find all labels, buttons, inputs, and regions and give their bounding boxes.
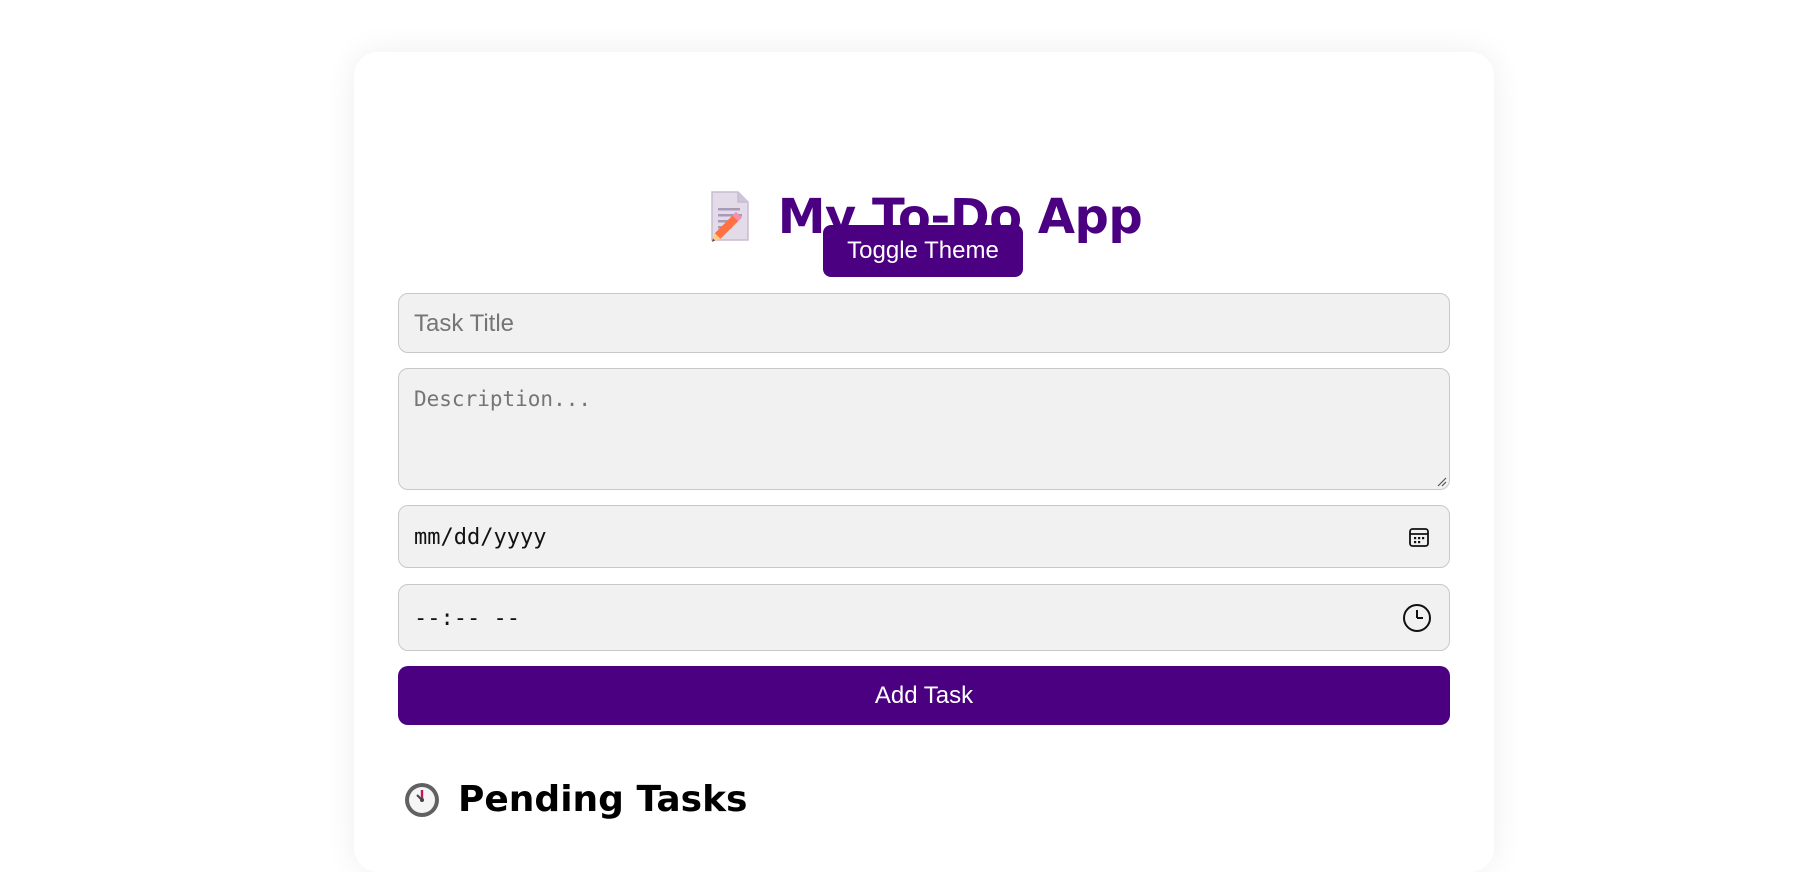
todo-card: My To-Do App Toggle Theme Task Title Des… (354, 52, 1494, 872)
due-time-input[interactable]: --:-- -- (398, 584, 1450, 651)
clock-icon[interactable] (1402, 603, 1432, 633)
add-task-button[interactable]: Add Task (398, 666, 1450, 725)
description-textarea[interactable]: Description... (398, 368, 1450, 490)
toggle-theme-button[interactable]: Toggle Theme (823, 225, 1023, 277)
resize-handle-icon[interactable] (1435, 475, 1447, 487)
due-date-value: mm/dd/yyyy (414, 525, 547, 550)
task-title-input[interactable]: Task Title (398, 293, 1450, 353)
memo-icon (711, 191, 749, 242)
due-date-input[interactable]: mm/dd/yyyy (398, 505, 1450, 568)
task-title-placeholder: Task Title (414, 310, 515, 337)
calendar-icon[interactable] (1407, 525, 1431, 549)
due-time-value: --:-- -- (414, 606, 520, 631)
pending-tasks-heading: Pending Tasks (458, 778, 748, 820)
stopwatch-icon (405, 783, 439, 817)
pending-section-header: Pending Tasks (402, 772, 747, 826)
description-placeholder: Description... (414, 387, 592, 411)
